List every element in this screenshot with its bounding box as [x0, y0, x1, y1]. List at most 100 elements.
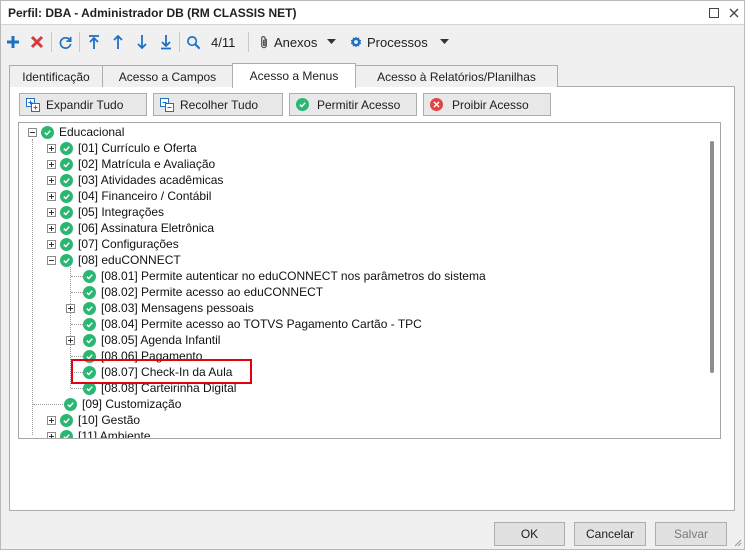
tree-connector: [71, 276, 83, 277]
expand-toggle-icon[interactable]: [47, 207, 56, 217]
tab-acesso-campos[interactable]: Acesso a Campos: [102, 65, 233, 87]
search-icon: [187, 35, 201, 49]
expand-toggle-icon[interactable]: [47, 159, 56, 169]
tree-node-item[interactable]: [09] Customização: [64, 396, 181, 412]
tree-node-child-checkin[interactable]: [08.07] Check-In da Aula: [83, 364, 232, 380]
search-record-button[interactable]: 4/11: [186, 30, 235, 54]
collapse-toggle-icon[interactable]: [28, 127, 37, 137]
collapse-all-button[interactable]: Recolher Tudo: [153, 93, 283, 116]
delete-x-icon: [30, 35, 44, 49]
expand-toggle-icon[interactable]: [47, 415, 56, 425]
collapse-toggle-icon[interactable]: [47, 255, 56, 265]
processes-menu[interactable]: Processos: [349, 30, 449, 54]
tab-identificacao[interactable]: Identificação: [9, 65, 103, 87]
check-circle-icon: [41, 125, 54, 139]
toolbar: 4/11 Anexos Processos: [1, 26, 744, 59]
check-circle-icon: [83, 301, 96, 315]
check-circle-icon: [83, 317, 96, 331]
tree-scrollbar-thumb[interactable]: [710, 141, 714, 373]
last-record-button[interactable]: [159, 30, 173, 54]
tree-node-label: Educacional: [59, 125, 125, 139]
tree-node-item[interactable]: [10] Gestão: [47, 412, 140, 428]
tree-node-label: [08] eduCONNECT: [78, 253, 181, 267]
refresh-icon: [59, 36, 72, 49]
tree-node-label: [04] Financeiro / Contábil: [78, 189, 212, 203]
check-circle-icon: [296, 98, 309, 111]
tree-node-child[interactable]: [08.02] Permite acesso ao eduCONNECT: [83, 284, 323, 300]
last-arrow-icon: [161, 35, 171, 50]
tree-node-child[interactable]: [08.03] Mensagens pessoais: [66, 300, 254, 316]
expand-toggle-icon[interactable]: [47, 431, 56, 438]
tree-node-child[interactable]: [08.08] Carteirinha Digital: [83, 380, 236, 396]
save-button[interactable]: Salvar: [655, 522, 727, 546]
tree-node-item[interactable]: [07] Configurações: [47, 236, 179, 252]
expand-toggle-icon[interactable]: [47, 223, 56, 233]
next-record-button[interactable]: [135, 30, 149, 54]
tree-connector: [71, 356, 83, 357]
tab-acesso-menus[interactable]: Acesso a Menus: [232, 63, 356, 88]
tree-node-label: [08.04] Permite acesso ao TOTVS Pagament…: [101, 317, 422, 331]
check-circle-icon: [60, 157, 73, 171]
add-record-button[interactable]: [6, 30, 20, 54]
toolbar-separator: [79, 32, 80, 52]
close-icon[interactable]: [725, 4, 743, 22]
tree-node-label: [08.01] Permite autenticar no eduCONNECT…: [101, 269, 486, 283]
expand-toggle-icon[interactable]: [47, 175, 56, 185]
tree-connector: [71, 372, 83, 373]
expand-toggle-icon[interactable]: [66, 335, 75, 345]
tree-node-item[interactable]: [01] Currículo e Oferta: [47, 140, 197, 156]
tree-node-child[interactable]: [08.06] Pagamento: [83, 348, 202, 364]
check-circle-icon: [60, 221, 73, 235]
previous-record-button[interactable]: [111, 30, 125, 54]
deny-access-button[interactable]: Proibir Acesso: [423, 93, 551, 116]
cancel-button[interactable]: Cancelar: [574, 522, 646, 546]
allow-access-button[interactable]: Permitir Acesso: [289, 93, 417, 116]
check-circle-icon: [83, 285, 96, 299]
toolbar-separator: [248, 32, 249, 52]
tree-node-item[interactable]: [05] Integrações: [47, 204, 164, 220]
tree-node-child[interactable]: [08.05] Agenda Infantil: [66, 332, 220, 348]
attachments-menu[interactable]: Anexos: [258, 30, 337, 54]
tree-node-item[interactable]: [02] Matrícula e Avaliação: [47, 156, 215, 172]
resize-grip-icon[interactable]: [732, 537, 742, 547]
collapse-tree-icon: [160, 97, 174, 112]
check-circle-icon: [60, 429, 73, 438]
tree-connector: [71, 292, 83, 293]
check-circle-icon: [60, 413, 73, 427]
refresh-button[interactable]: [58, 30, 73, 54]
tree-connector: [71, 388, 83, 389]
expand-toggle-icon[interactable]: [47, 143, 56, 153]
toolbar-separator: [179, 32, 180, 52]
tree-node-label: [05] Integrações: [78, 205, 165, 219]
record-counter: 4/11: [211, 34, 236, 50]
first-record-button[interactable]: [87, 30, 101, 54]
expand-all-button[interactable]: Expandir Tudo: [19, 93, 147, 116]
tree-node-root[interactable]: Educacional: [28, 124, 124, 140]
tree-node-item[interactable]: [06] Assinatura Eletrônica: [47, 220, 214, 236]
tree-connector: [32, 139, 33, 435]
delete-record-button[interactable]: [30, 30, 44, 54]
expand-toggle-icon[interactable]: [66, 303, 75, 313]
tree-node-item[interactable]: [08] eduCONNECT: [47, 252, 181, 268]
menu-access-tree[interactable]: Educacional [01] Currículo e Oferta [02]…: [18, 122, 721, 439]
expand-toggle-icon[interactable]: [47, 239, 56, 249]
tree-node-item[interactable]: [04] Financeiro / Contábil: [47, 188, 211, 204]
tree-node-label: [08.08] Carteirinha Digital: [101, 381, 237, 395]
maximize-icon[interactable]: [705, 4, 723, 22]
plus-icon: [7, 36, 19, 48]
check-circle-icon: [60, 237, 73, 251]
tab-acesso-relatorios[interactable]: Acesso à Relatórios/Planilhas: [355, 65, 558, 87]
tree-node-label: [08.07] Check-In da Aula: [101, 365, 233, 379]
tree-node-child[interactable]: [08.01] Permite autenticar no eduCONNECT…: [83, 268, 486, 284]
caret-down-icon: [327, 39, 337, 44]
check-circle-icon: [64, 397, 77, 411]
processes-label: Processos: [367, 34, 428, 50]
tree-node-child[interactable]: [08.04] Permite acesso ao TOTVS Pagament…: [83, 316, 422, 332]
tree-node-item[interactable]: [03] Atividades acadêmicas: [47, 172, 223, 188]
tree-node-label: [03] Atividades acadêmicas: [78, 173, 224, 187]
toolbar-separator: [51, 32, 52, 52]
ok-button[interactable]: OK: [494, 522, 565, 546]
tree-node-item[interactable]: [11] Ambiente: [47, 428, 151, 438]
tree-node-label: [01] Currículo e Oferta: [78, 141, 197, 155]
expand-toggle-icon[interactable]: [47, 191, 56, 201]
